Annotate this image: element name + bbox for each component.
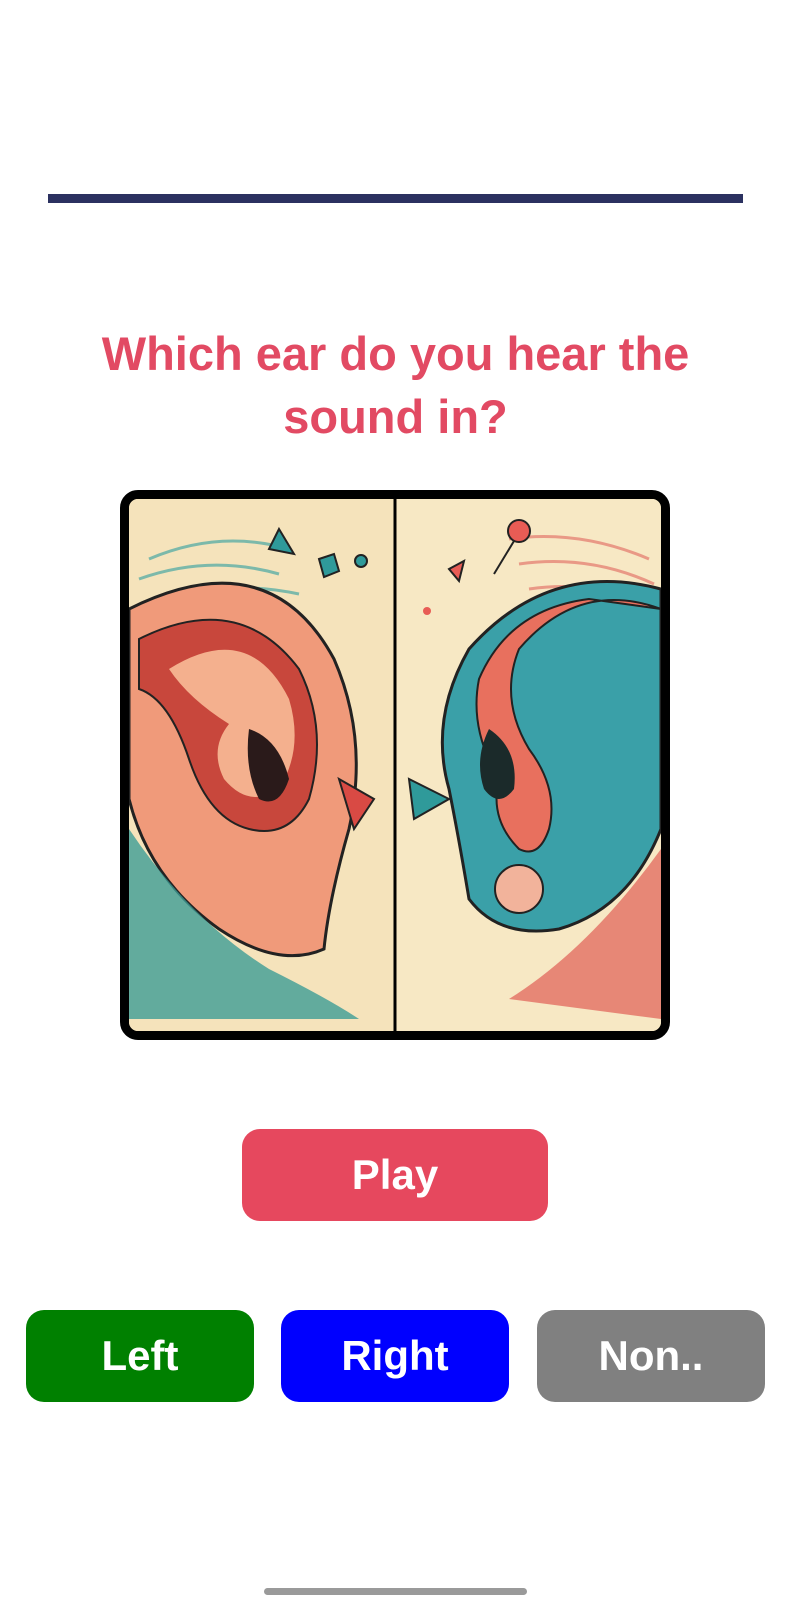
home-indicator[interactable] bbox=[264, 1588, 527, 1595]
answer-right-button[interactable]: Right bbox=[281, 1310, 509, 1402]
play-button[interactable]: Play bbox=[242, 1129, 548, 1221]
progress-bar bbox=[48, 194, 743, 203]
question-text: Which ear do you hear the sound in? bbox=[101, 327, 690, 443]
ears-illustration bbox=[120, 490, 670, 1040]
answer-none-button[interactable]: Non.. bbox=[537, 1310, 765, 1402]
answer-left-button[interactable]: Left bbox=[26, 1310, 254, 1402]
